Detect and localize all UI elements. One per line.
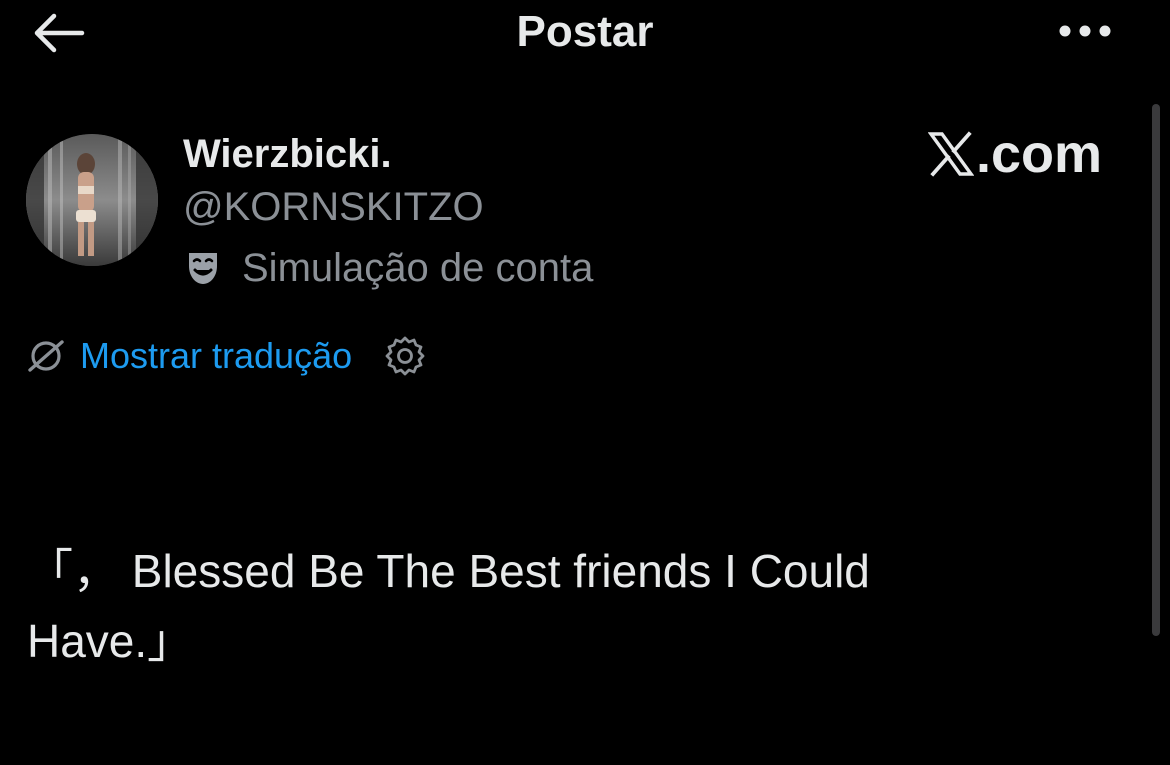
scrollbar[interactable] (1152, 104, 1160, 636)
brand-text: .com (976, 124, 1103, 184)
gear-icon (385, 336, 425, 376)
parody-label: Simulação de conta (186, 244, 593, 292)
post-text: 「， Blessed Be The Best friends I Could H… (27, 536, 1127, 676)
avatar-image (26, 134, 158, 266)
translate-globe-icon (28, 340, 64, 372)
page-title: Postar (516, 7, 654, 56)
more-options-button[interactable] (1050, 10, 1120, 52)
x-logo-icon (928, 131, 974, 177)
post-text-line-2: Have.」 (27, 615, 194, 667)
arrow-left-icon (34, 13, 85, 53)
translation-row: Mostrar tradução (26, 332, 430, 380)
brand-watermark: .com (928, 125, 1116, 183)
ellipsis-icon (1059, 25, 1111, 37)
parody-mask-icon (189, 253, 217, 284)
author-handle[interactable]: @KORNSKITZO (183, 183, 484, 231)
post-text-line-1: 「， Blessed Be The Best friends I Could (27, 545, 870, 597)
avatar[interactable] (26, 134, 158, 266)
translation-settings-button[interactable] (380, 331, 430, 381)
top-bar: Postar (0, 0, 1170, 64)
author-display-name[interactable]: Wierzbicki. (183, 130, 392, 178)
show-translation-link[interactable]: Mostrar tradução (80, 333, 352, 379)
parody-label-text: Simulação de conta (242, 246, 594, 290)
back-button[interactable] (30, 8, 88, 58)
